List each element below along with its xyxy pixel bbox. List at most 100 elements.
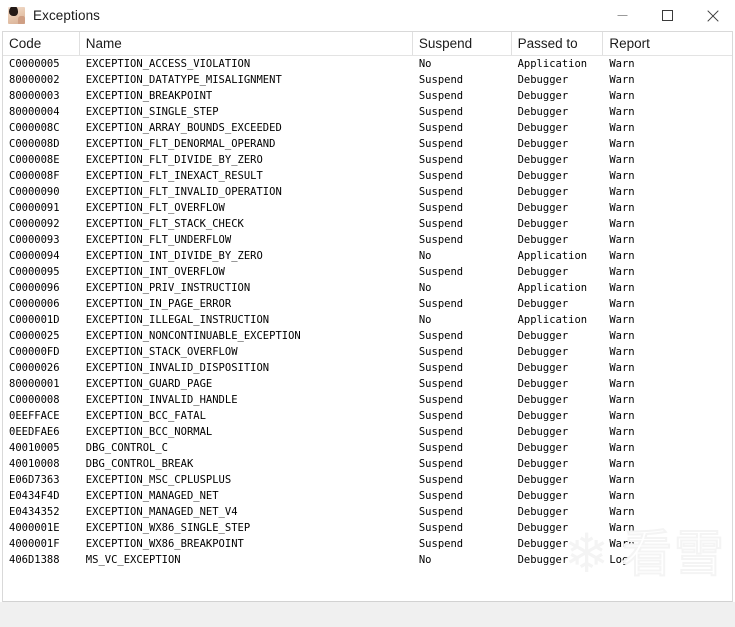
table-row[interactable]: C0000026 EXCEPTION_INVALID_DISPOSITION Sus… <box>3 360 732 376</box>
cell-name: EXCEPTION_NONCONTINUABLE_EXCEPTION <box>85 330 301 342</box>
table-row[interactable]: C0000093 EXCEPTION_FLT_UNDERFLOW Suspend De… <box>3 232 732 248</box>
table-row[interactable]: 0EEFFACE EXCEPTION_BCC_FATAL Suspend Debugg… <box>3 408 732 424</box>
cell-name: EXCEPTION_MSC_CPLUSPLUS <box>85 474 232 486</box>
cell-suspend: Suspend <box>418 426 464 438</box>
cell-name: EXCEPTION_WX86_SINGLE_STEP <box>85 522 251 534</box>
table-row[interactable]: E0434F4D EXCEPTION_MANAGED_NET Suspend Debu… <box>3 488 732 504</box>
cell-report: Warn <box>609 250 635 262</box>
minimize-icon <box>617 15 628 16</box>
cell-suspend: Suspend <box>418 506 464 518</box>
minimize-button[interactable] <box>600 0 645 31</box>
cell-suspend: Suspend <box>418 170 464 182</box>
cell-code: C0000091 <box>9 202 60 214</box>
cell-code: C0000094 <box>9 250 60 262</box>
cell-passed-to: Debugger <box>517 298 569 310</box>
maximize-button[interactable] <box>645 0 690 31</box>
avatar-icon <box>8 7 25 24</box>
table-row[interactable]: C0000091 EXCEPTION_FLT_OVERFLOW Suspend Deb… <box>3 200 732 216</box>
table-row[interactable]: C0000092 EXCEPTION_FLT_STACK_CHECK Suspend… <box>3 216 732 232</box>
table-row[interactable]: 80000002 EXCEPTION_DATATYPE_MISALIGNMENT S… <box>3 72 732 88</box>
cell-code: C000008F <box>9 170 60 182</box>
cell-code: C0000026 <box>9 362 60 374</box>
cell-report: Warn <box>609 74 635 86</box>
cell-name: EXCEPTION_INVALID_HANDLE <box>85 394 238 406</box>
table-row[interactable]: C000008E EXCEPTION_FLT_DIVIDE_BY_ZERO Susp… <box>3 152 732 168</box>
column-header-name[interactable]: Name <box>80 32 413 55</box>
cell-code: C000008E <box>9 154 60 166</box>
cell-name: EXCEPTION_GUARD_PAGE <box>85 378 213 390</box>
cell-passed-to: Debugger <box>517 170 569 182</box>
table-row[interactable]: C0000096 EXCEPTION_PRIV_INSTRUCTION No Appl… <box>3 280 732 296</box>
cell-code: 406D1388 <box>9 554 60 566</box>
cell-name: EXCEPTION_FLT_UNDERFLOW <box>85 234 232 246</box>
cell-suspend: No <box>418 58 432 70</box>
cell-suspend: Suspend <box>418 522 464 534</box>
table-row[interactable]: C000001D EXCEPTION_ILLEGAL_INSTRUCTION No A… <box>3 312 732 328</box>
table-row[interactable]: C000008C EXCEPTION_ARRAY_BOUNDS_EXCEEDED S… <box>3 120 732 136</box>
table-row[interactable]: C0000025 EXCEPTION_NONCONTINUABLE_EXCEPTI… <box>3 328 732 344</box>
cell-suspend: Suspend <box>418 138 464 150</box>
table-row[interactable]: 80000001 EXCEPTION_GUARD_PAGE Suspend Debug… <box>3 376 732 392</box>
cell-report: Warn <box>609 58 635 70</box>
cell-code: 40010005 <box>9 442 60 454</box>
table-row[interactable]: C00000FD EXCEPTION_STACK_OVERFLOW Suspend D… <box>3 344 732 360</box>
cell-passed-to: Debugger <box>517 522 569 534</box>
cell-name: EXCEPTION_PRIV_INSTRUCTION <box>85 282 251 294</box>
cell-name: EXCEPTION_INT_OVERFLOW <box>85 266 225 278</box>
table-row[interactable]: C0000008 EXCEPTION_INVALID_HANDLE Suspend D… <box>3 392 732 408</box>
cell-suspend: Suspend <box>418 410 464 422</box>
table-row[interactable]: 4000001F EXCEPTION_WX86_BREAKPOINT Suspend… <box>3 536 732 552</box>
cell-report: Log <box>609 554 629 566</box>
table-row[interactable]: C000008F EXCEPTION_FLT_INEXACT_RESULT Susp… <box>3 168 732 184</box>
cell-report: Warn <box>609 90 635 102</box>
cell-code: 4000001E <box>9 522 60 534</box>
column-header-passed-to[interactable]: Passed to <box>512 32 604 55</box>
column-header-report[interactable]: Report <box>603 32 732 55</box>
cell-name: EXCEPTION_ILLEGAL_INSTRUCTION <box>85 314 270 326</box>
cell-suspend: No <box>418 554 432 566</box>
column-header-suspend[interactable]: Suspend <box>413 32 512 55</box>
table-row[interactable]: 40010008 DBG_CONTROL_BREAK Suspend Debugger… <box>3 456 732 472</box>
cell-passed-to: Debugger <box>517 138 569 150</box>
cell-code: C000008D <box>9 138 60 150</box>
exceptions-list[interactable]: Code Name Suspend Passed to Report C0000… <box>2 31 733 602</box>
table-row[interactable]: C000008D EXCEPTION_FLT_DENORMAL_OPERAND Su… <box>3 136 732 152</box>
table-row[interactable]: C0000005 EXCEPTION_ACCESS_VIOLATION No Appl… <box>3 56 732 72</box>
column-header-code[interactable]: Code <box>3 32 80 55</box>
cell-suspend: No <box>418 250 432 262</box>
cell-name: EXCEPTION_FLT_OVERFLOW <box>85 202 225 214</box>
table-row[interactable]: 80000004 EXCEPTION_SINGLE_STEP Suspend Debu… <box>3 104 732 120</box>
cell-report: Warn <box>609 346 635 358</box>
cell-code: 40010008 <box>9 458 60 470</box>
cell-code: 80000001 <box>9 378 60 390</box>
cell-code: C0000092 <box>9 218 60 230</box>
cell-passed-to: Debugger <box>517 490 569 502</box>
cell-suspend: Suspend <box>418 378 464 390</box>
table-row[interactable]: C0000095 EXCEPTION_INT_OVERFLOW Suspend Deb… <box>3 264 732 280</box>
table-header: Code Name Suspend Passed to Report <box>3 32 732 56</box>
table-row[interactable]: E06D7363 EXCEPTION_MSC_CPLUSPLUS Suspend De… <box>3 472 732 488</box>
cell-report: Warn <box>609 474 635 486</box>
cell-code: E0434F4D <box>9 490 60 502</box>
cell-name: EXCEPTION_INT_DIVIDE_BY_ZERO <box>85 250 263 262</box>
table-row[interactable]: 80000003 EXCEPTION_BREAKPOINT Suspend Debug… <box>3 88 732 104</box>
table-row[interactable]: 406D1388 MS_VC_EXCEPTION No Debugger Log <box>3 552 732 568</box>
cell-report: Warn <box>609 442 635 454</box>
table-row[interactable]: C0000006 EXCEPTION_IN_PAGE_ERROR Suspend De… <box>3 296 732 312</box>
cell-name: EXCEPTION_MANAGED_NET_V4 <box>85 506 238 518</box>
cell-passed-to: Debugger <box>517 474 569 486</box>
status-area <box>0 602 735 627</box>
close-button[interactable] <box>690 0 735 31</box>
cell-name: DBG_CONTROL_C <box>85 442 168 454</box>
cell-report: Warn <box>609 138 635 150</box>
cell-passed-to: Debugger <box>517 330 569 342</box>
cell-report: Warn <box>609 394 635 406</box>
table-row[interactable]: C0000090 EXCEPTION_FLT_INVALID_OPERATION S… <box>3 184 732 200</box>
cell-suspend: Suspend <box>418 154 464 166</box>
table-row[interactable]: 0EEDFAE6 EXCEPTION_BCC_NORMAL Suspend Debug… <box>3 424 732 440</box>
table-row[interactable]: 4000001E EXCEPTION_WX86_SINGLE_STEP Suspen… <box>3 520 732 536</box>
table-row[interactable]: E0434352 EXCEPTION_MANAGED_NET_V4 Suspend D… <box>3 504 732 520</box>
table-row[interactable]: C0000094 EXCEPTION_INT_DIVIDE_BY_ZERO No Ap… <box>3 248 732 264</box>
cell-report: Warn <box>609 506 635 518</box>
table-row[interactable]: 40010005 DBG_CONTROL_C Suspend Debugger Warn <box>3 440 732 456</box>
